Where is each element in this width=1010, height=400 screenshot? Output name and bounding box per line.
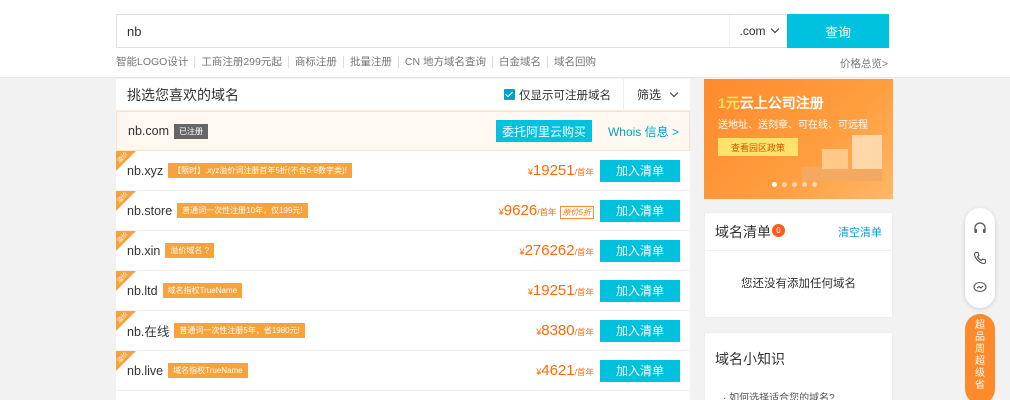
add-to-list-button[interactable]: 加入清单 <box>600 239 680 262</box>
quick-links: 智能LOGO设计 工商注册299元起 商标注册 批量注册 CN 地方域名查询 白… <box>116 56 602 68</box>
whois-link[interactable]: Whois 信息 > <box>608 123 679 140</box>
domain-row: 溢价 nb.ltd 域名指权TrueName ¥19251/首年 加入清单 <box>116 271 690 311</box>
quick-link[interactable]: 工商注册299元起 <box>195 56 289 68</box>
domain-name: nb.ltd <box>127 283 158 298</box>
carousel-dot[interactable] <box>812 182 817 187</box>
domain-name: nb.xin <box>127 243 161 258</box>
promo-tag: 普通词一次性注册10年，仅199元! <box>177 203 308 218</box>
banner-title: 1元云上公司注册 <box>718 95 824 111</box>
price: ¥9626/首年 原价5折 <box>499 202 594 219</box>
price-overview-link[interactable]: 价格总览> <box>840 56 888 71</box>
filter-dropdown[interactable]: 筛选 <box>624 79 690 111</box>
promo-tag: 普通词一次性注册5年，省1980元! <box>174 323 305 338</box>
knowledge-item[interactable]: · 如何选择适合您的域名? <box>705 369 892 400</box>
cart-count-badge: 0 <box>772 224 785 237</box>
promo-tag[interactable]: 溢价域名 ? <box>165 243 215 258</box>
search-input[interactable] <box>117 15 729 47</box>
registered-badge: 已注册 <box>174 123 208 139</box>
carousel-dots <box>772 182 817 187</box>
domain-row: 溢价 nb.在线 普通词一次性注册5年，省1980元! ¥8380/首年 加入清… <box>116 311 690 351</box>
super-sale-promo[interactable]: 超 品 周 超 级 省 <box>965 314 995 400</box>
checkbox-checked-icon[interactable] <box>504 89 515 100</box>
domain-list: 挑选您喜欢的域名 仅显示可注册域名 筛选 nb.com 已注册 委托阿里云购买 … <box>116 78 690 400</box>
clear-cart-link[interactable]: 清空清单 <box>838 224 882 240</box>
headset-icon[interactable] <box>972 221 988 237</box>
domain-knowledge: 域名小知识 · 如何选择适合您的域名? <box>704 332 893 400</box>
search-box: .com 查询 <box>116 14 889 48</box>
domain-name: nb.在线 <box>127 325 170 339</box>
cloud-icon[interactable] <box>972 279 988 295</box>
banner-button[interactable]: 查看园区政策 <box>718 138 798 156</box>
price: ¥4621/首年 <box>536 362 594 379</box>
price: ¥19251/首年 <box>527 282 594 299</box>
carousel-dot[interactable] <box>792 182 797 187</box>
entrust-purchase-button[interactable]: 委托阿里云购买 <box>495 120 592 142</box>
building-illustration <box>852 135 882 169</box>
quick-link[interactable]: 域名回购 <box>548 56 602 68</box>
price: ¥19251/首年 <box>527 162 594 179</box>
building-illustration <box>822 149 848 169</box>
quick-link[interactable]: 批量注册 <box>344 56 399 68</box>
chevron-down-icon <box>669 88 679 97</box>
cart-empty-message: 您还没有添加任何域名 <box>741 278 856 290</box>
add-to-list-button[interactable]: 加入清单 <box>600 279 680 302</box>
domain-name: nb.live <box>127 363 164 378</box>
add-to-list-button[interactable]: 加入清单 <box>600 199 680 222</box>
list-header: 挑选您喜欢的域名 仅显示可注册域名 筛选 <box>116 78 690 111</box>
suffix-select-value: .com <box>739 24 766 38</box>
featured-domain-row: nb.com 已注册 委托阿里云购买 Whois 信息 > <box>116 111 690 151</box>
filter-label: 筛选 <box>636 88 661 102</box>
floating-toolbar <box>965 208 995 308</box>
cart-header: 域名清单 0 清空清单 <box>705 213 892 251</box>
top-search-band: .com 查询 智能LOGO设计 工商注册299元起 商标注册 批量注册 CN … <box>0 0 1010 78</box>
available-only-label: 仅显示可注册域名 <box>519 89 611 102</box>
promo-tag: 域名指权TrueName <box>168 363 248 378</box>
phone-icon[interactable] <box>972 250 988 266</box>
carousel-dot[interactable] <box>772 182 777 187</box>
promo-tag: 【限时】.xyz溢价词注册首年5折(不含6-9数字类)! <box>168 163 352 178</box>
suffix-select[interactable]: .com <box>729 15 787 47</box>
price: ¥276262/首年 <box>519 242 594 259</box>
domain-row: 溢价 nb.live 域名指权TrueName ¥4621/首年 加入清单 <box>116 351 690 391</box>
add-to-list-button[interactable]: 加入清单 <box>600 359 680 382</box>
domain-cart: 域名清单 0 清空清单 您还没有添加任何域名 <box>704 212 893 318</box>
domain-name: nb.com <box>128 124 169 138</box>
carousel-dot[interactable] <box>782 182 787 187</box>
domain-row: 溢价 nb.xyz 【限时】.xyz溢价词注册首年5折(不含6-9数字类)! ¥… <box>116 151 690 191</box>
list-title: 挑选您喜欢的域名 <box>127 86 239 103</box>
discount-badge: 原价5折 <box>559 206 594 219</box>
domain-name: nb.store <box>127 203 173 218</box>
promo-banner[interactable]: 1元云上公司注册 送地址、送刻章、可在线、可远程 查看园区政策 <box>704 79 893 199</box>
quick-link[interactable]: CN 地方域名查询 <box>399 56 493 68</box>
domain-row: 溢价 nb.xin 溢价域名 ? ¥276262/首年 加入清单 <box>116 231 690 271</box>
add-to-list-button[interactable]: 加入清单 <box>600 159 680 182</box>
domain-name: nb.xyz <box>127 163 164 178</box>
cart-title: 域名清单 <box>715 223 771 240</box>
domain-row: 溢价 nb.store 普通词一次性注册10年，仅199元! ¥9626/首年原… <box>116 191 690 231</box>
query-button[interactable]: 查询 <box>787 14 889 48</box>
quick-link[interactable]: 白金域名 <box>493 56 548 68</box>
quick-link[interactable]: 智能LOGO设计 <box>116 56 196 68</box>
available-only-toggle[interactable]: 仅显示可注册域名 <box>504 78 624 111</box>
price: ¥8380/首年 <box>536 322 594 339</box>
add-to-list-button[interactable]: 加入清单 <box>600 319 680 342</box>
chevron-down-icon <box>770 24 779 34</box>
building-illustration <box>802 167 882 181</box>
promo-tag: 域名指权TrueName <box>162 283 243 298</box>
carousel-dot[interactable] <box>802 182 807 187</box>
quick-link[interactable]: 商标注册 <box>289 56 344 68</box>
banner-subtitle: 送地址、送刻章、可在线、可远程 <box>718 120 868 131</box>
knowledge-title: 域名小知识 <box>715 351 785 367</box>
